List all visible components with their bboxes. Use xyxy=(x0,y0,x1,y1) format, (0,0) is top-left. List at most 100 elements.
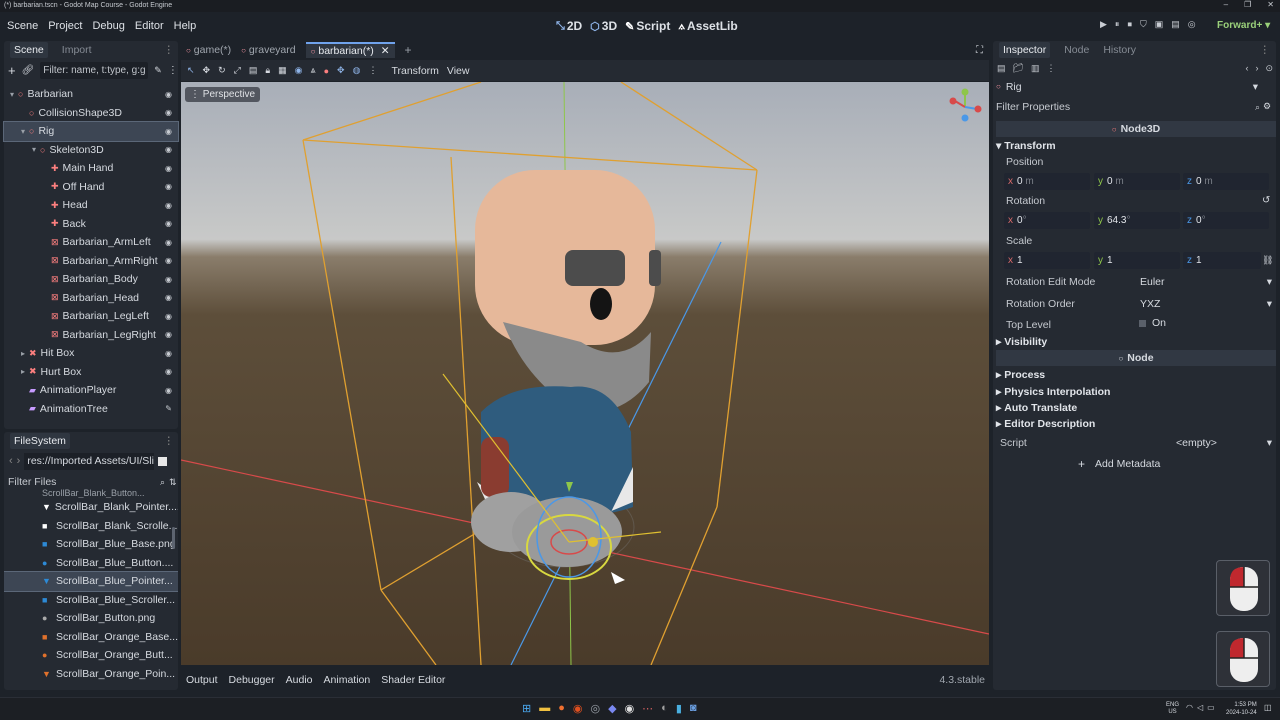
tab-game[interactable]: ○ game(*) xyxy=(186,44,231,56)
file-explorer-icon[interactable]: ▬ xyxy=(539,702,550,715)
section-process[interactable]: ▸ Process xyxy=(996,367,1276,383)
wifi-icon[interactable]: ◠ xyxy=(1186,703,1193,712)
scene-tree-item[interactable]: ⊠ Barbarian_LegLeft ◉ xyxy=(4,307,178,326)
app-icon[interactable]: ⋯ xyxy=(642,702,653,715)
scene-tree-item[interactable]: ▾ ○ Barbarian ◉ xyxy=(4,85,178,104)
mode-assetlib-button[interactable]: ⟑ AssetLib xyxy=(678,19,737,33)
script-icon[interactable]: ✎ xyxy=(165,404,172,413)
menu-editor[interactable]: Editor xyxy=(135,20,164,32)
link-icon[interactable]: 🔗︎ xyxy=(22,65,35,76)
menu-debug[interactable]: Debug xyxy=(92,20,124,32)
snap-icon[interactable]: ⩓ xyxy=(311,65,316,76)
firefox-icon[interactable]: ● xyxy=(558,702,565,715)
position-x-field[interactable]: x0 m xyxy=(1004,173,1090,190)
chevron-right-icon[interactable]: ▸ xyxy=(21,349,29,358)
scene-tree-item[interactable]: ▸ ✖ Hurt Box ◉ xyxy=(4,363,178,382)
app-icon[interactable]: ◎ xyxy=(590,702,600,715)
add-tab-icon[interactable]: + xyxy=(405,43,412,57)
pause-icon[interactable]: ⏸ xyxy=(1115,19,1120,30)
object-selector[interactable]: ○ Rig ▾ xyxy=(996,78,1258,95)
maximize-button[interactable]: ❐ xyxy=(1244,0,1251,9)
new-resource-icon[interactable]: ▤ xyxy=(997,63,1006,77)
scene-tree-item[interactable]: ✚ Back ◉ xyxy=(4,215,178,234)
tab-debugger[interactable]: Debugger xyxy=(229,674,275,686)
view-menu[interactable]: View xyxy=(447,65,470,77)
minimize-button[interactable]: – xyxy=(1224,0,1228,9)
renderer-select[interactable]: Forward+ ▾ xyxy=(1217,20,1270,31)
tab-history[interactable]: History xyxy=(1103,44,1136,56)
select-tool-icon[interactable]: ↖ xyxy=(187,65,195,76)
chrome-icon[interactable]: ◉ xyxy=(625,702,635,715)
scene-tree-item[interactable]: ✚ Head ◉ xyxy=(4,196,178,215)
visibility-eye-icon[interactable]: ◉ xyxy=(165,127,172,136)
scene-tree-item[interactable]: ⊠ Barbarian_LegRight ◉ xyxy=(4,326,178,345)
play-icon[interactable]: ▶ xyxy=(1100,19,1107,30)
run-current-icon[interactable]: ▣ xyxy=(1155,19,1164,30)
filter-nodes-input[interactable]: Filter: name, t:type, g:g xyxy=(40,61,149,79)
chevron-left-icon[interactable]: ‹ xyxy=(1245,63,1248,77)
tab-audio[interactable]: Audio xyxy=(286,674,313,686)
scene-tree-item[interactable]: ▾ ○ Skeleton3D ◉ xyxy=(4,141,178,160)
file-item[interactable]: ■ ScrollBar_Orange_Base... xyxy=(4,628,178,647)
add-metadata-button[interactable]: + Add Metadata xyxy=(1078,455,1178,473)
tab-graveyard[interactable]: ○ graveyard xyxy=(241,44,295,56)
file-item[interactable]: ■ ScrollBar_Blue_Base.png xyxy=(4,535,178,554)
section-editor-description[interactable]: ▸ Editor Description xyxy=(996,416,1276,432)
lock-icon[interactable]: 🔒︎ xyxy=(265,65,270,76)
rotation-x-field[interactable]: x 0 ° xyxy=(1004,212,1090,229)
mode-2d-button[interactable]: ⤡ 2D xyxy=(556,19,582,33)
file-item[interactable]: ■ ScrollBar_Blank_Scrolle... xyxy=(4,517,178,536)
scene-tree-item[interactable]: ▰ AnimationPlayer ◉ xyxy=(4,381,178,400)
dock-menu-icon[interactable]: ⋮ xyxy=(164,44,175,56)
language-indicator[interactable]: ENG US xyxy=(1166,702,1179,716)
scene-tree-item[interactable]: ⊠ Barbarian_ArmRight ◉ xyxy=(4,252,178,271)
rotation-y-field[interactable]: y 64.3 ° xyxy=(1094,212,1180,229)
tab-shader-editor[interactable]: Shader Editor xyxy=(381,674,445,686)
rotation-z-field[interactable]: z 0 ° xyxy=(1183,212,1269,229)
tab-import[interactable]: Import xyxy=(62,44,92,56)
browser-icon[interactable]: ◉ xyxy=(573,702,583,715)
close-window-button[interactable]: ✕ xyxy=(1267,0,1274,9)
notes-icon[interactable]: ▮ xyxy=(676,702,682,715)
discord-icon[interactable]: ◆ xyxy=(608,702,616,715)
tab-animation[interactable]: Animation xyxy=(324,674,371,686)
close-icon[interactable]: ✕ xyxy=(381,45,390,57)
open-resource-icon[interactable]: 📁︎ xyxy=(1013,63,1024,77)
scale-z-field[interactable]: z1 xyxy=(1183,252,1261,269)
transform-menu[interactable]: Transform xyxy=(391,65,438,77)
tab-output[interactable]: Output xyxy=(186,674,218,686)
move-tool-icon[interactable]: ✥ xyxy=(203,65,211,76)
visibility-eye-icon[interactable]: ◉ xyxy=(165,386,172,395)
toggle-gizmo-icon[interactable]: ✥ xyxy=(337,65,345,76)
stop-icon[interactable]: ⏹ xyxy=(1127,19,1132,30)
scene-tree-item[interactable]: ⊠ Barbarian_Head ◉ xyxy=(4,289,178,308)
menu-scene[interactable]: Scene xyxy=(7,20,38,32)
scale-x-field[interactable]: x1 xyxy=(1004,252,1090,269)
file-item[interactable]: ▼ ScrollBar_Orange_Poin... xyxy=(4,665,178,684)
local-space-icon[interactable]: ◉ xyxy=(295,65,303,76)
path-field[interactable]: res://Imported Assets/UI/Sli xyxy=(24,452,155,470)
scene-tree-item[interactable]: ▰ AnimationTree ✎ xyxy=(4,400,178,419)
section-transform[interactable]: ▾ Transform xyxy=(996,138,1276,154)
battery-icon[interactable]: ▭ xyxy=(1207,703,1215,712)
tab-barbarian[interactable]: ○ barbarian(*) ✕ xyxy=(305,42,395,58)
more-icon[interactable]: ⋮ xyxy=(168,65,178,76)
sort-icon[interactable]: ⇅ xyxy=(169,477,177,488)
tab-filesystem[interactable]: FileSystem xyxy=(10,433,70,449)
link-icon[interactable]: ⛓ xyxy=(1262,255,1273,266)
section-visibility[interactable]: ▸ Visibility xyxy=(996,334,1276,350)
more-icon[interactable]: ⋮ xyxy=(368,65,377,76)
rotate-tool-icon[interactable]: ↻ xyxy=(218,65,226,76)
notification-icon[interactable]: ◫ xyxy=(1264,703,1272,712)
section-physics-interpolation[interactable]: ▸ Physics Interpolation xyxy=(996,384,1276,400)
file-item[interactable]: ● ScrollBar_Blue_Button.... xyxy=(4,554,178,573)
visibility-eye-icon[interactable]: ◉ xyxy=(165,293,172,302)
tab-scene[interactable]: Scene xyxy=(10,42,48,58)
visibility-eye-icon[interactable]: ◉ xyxy=(165,256,172,265)
position-z-field[interactable]: z0 m xyxy=(1183,173,1269,190)
visibility-eye-icon[interactable]: ◉ xyxy=(165,312,172,321)
clock[interactable]: 1:53 PM 2024-10-24 xyxy=(1226,701,1257,717)
run-custom-icon[interactable]: ▤ xyxy=(1171,19,1180,30)
filter-properties-input[interactable]: Filter Properties ⌕ xyxy=(996,98,1260,116)
chevron-down-icon[interactable]: ▾ xyxy=(21,127,29,136)
